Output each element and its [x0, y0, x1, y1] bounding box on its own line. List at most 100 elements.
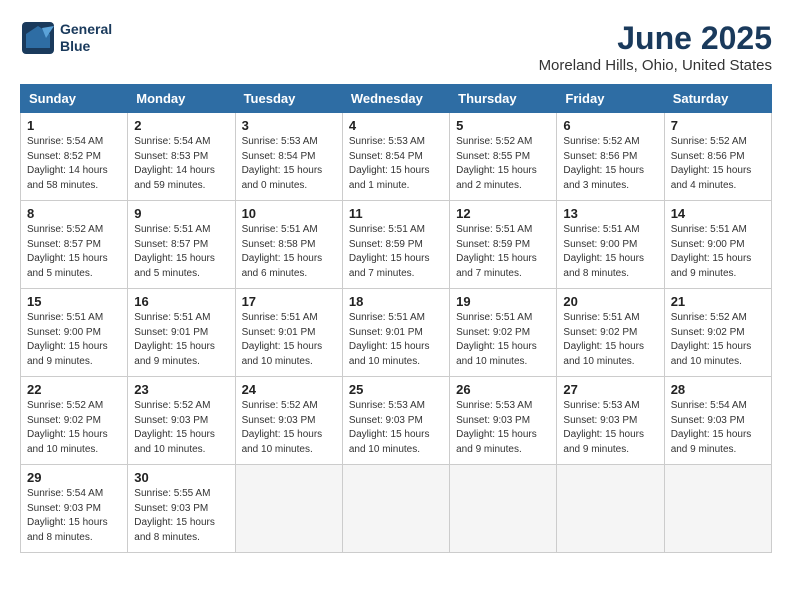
- calendar-cell: 8 Sunrise: 5:52 AM Sunset: 8:57 PM Daylig…: [21, 201, 128, 289]
- day-info: Sunrise: 5:52 AM Sunset: 8:56 PM Dayligh…: [563, 135, 657, 193]
- calendar-cell: [342, 465, 449, 553]
- day-number: 22: [27, 382, 121, 397]
- day-number: 13: [563, 206, 657, 221]
- calendar-cell: 28Sunrise: 5:54 AM Sunset: 9:03 PM Dayli…: [664, 377, 771, 465]
- calendar-header-row: SundayMondayTuesdayWednesdayThursdayFrid…: [21, 85, 772, 113]
- day-number: 14: [671, 206, 765, 221]
- calendar-cell: 25Sunrise: 5:53 AM Sunset: 9:03 PM Dayli…: [342, 377, 449, 465]
- day-number: 2: [134, 118, 228, 133]
- calendar-cell: 10 Sunrise: 5:51 AM Sunset: 8:58 PM Dayli…: [235, 201, 342, 289]
- day-header-thursday: Thursday: [450, 85, 557, 113]
- day-number: 24: [242, 382, 336, 397]
- calendar-title: June 2025: [539, 20, 772, 57]
- day-info: Sunrise: 5:51 AM Sunset: 9:01 PM Dayligh…: [134, 311, 228, 369]
- day-header-friday: Friday: [557, 85, 664, 113]
- title-area: June 2025 Moreland Hills, Ohio, United S…: [539, 20, 772, 74]
- calendar-cell: 11 Sunrise: 5:51 AM Sunset: 8:59 PM Dayli…: [342, 201, 449, 289]
- calendar-cell: 2 Sunrise: 5:54 AM Sunset: 8:53 PM Daylig…: [128, 113, 235, 201]
- day-info: Sunrise: 5:52 AM Sunset: 9:03 PM Dayligh…: [242, 399, 336, 457]
- calendar-cell: 29 Sunrise: 5:54 AM Sunset: 9:03 PM Dayli…: [21, 465, 128, 553]
- calendar-cell: [557, 465, 664, 553]
- day-number: 27: [563, 382, 657, 397]
- day-header-saturday: Saturday: [664, 85, 771, 113]
- calendar-cell: [235, 465, 342, 553]
- day-number: 18: [349, 294, 443, 309]
- day-info: Sunrise: 5:51 AM Sunset: 9:01 PM Dayligh…: [349, 311, 443, 369]
- day-number: 10: [242, 206, 336, 221]
- day-info: Sunrise: 5:52 AM Sunset: 9:02 PM Dayligh…: [671, 311, 765, 369]
- day-info: Sunrise: 5:51 AM Sunset: 8:59 PM Dayligh…: [456, 223, 550, 281]
- day-number: 30: [134, 470, 228, 485]
- day-info: Sunrise: 5:51 AM Sunset: 8:58 PM Dayligh…: [242, 223, 336, 281]
- logo: General Blue: [20, 20, 112, 56]
- day-info: Sunrise: 5:53 AM Sunset: 9:03 PM Dayligh…: [456, 399, 550, 457]
- day-number: 28: [671, 382, 765, 397]
- calendar-cell: 30 Sunrise: 5:55 AM Sunset: 9:03 PM Dayli…: [128, 465, 235, 553]
- week-row-1: 1Sunrise: 5:54 AM Sunset: 8:52 PM Daylig…: [21, 113, 772, 201]
- day-number: 8: [27, 206, 121, 221]
- day-info: Sunrise: 5:54 AM Sunset: 8:53 PM Dayligh…: [134, 135, 228, 193]
- calendar-cell: 21 Sunrise: 5:52 AM Sunset: 9:02 PM Dayli…: [664, 289, 771, 377]
- calendar-cell: 7Sunrise: 5:52 AM Sunset: 8:56 PM Daylig…: [664, 113, 771, 201]
- calendar-cell: 22 Sunrise: 5:52 AM Sunset: 9:02 PM Dayli…: [21, 377, 128, 465]
- day-info: Sunrise: 5:52 AM Sunset: 8:57 PM Dayligh…: [27, 223, 121, 281]
- day-number: 12: [456, 206, 550, 221]
- calendar-cell: 23 Sunrise: 5:52 AM Sunset: 9:03 PM Dayli…: [128, 377, 235, 465]
- calendar-cell: 27 Sunrise: 5:53 AM Sunset: 9:03 PM Dayli…: [557, 377, 664, 465]
- logo-text: General Blue: [60, 21, 112, 55]
- day-header-tuesday: Tuesday: [235, 85, 342, 113]
- day-info: Sunrise: 5:52 AM Sunset: 9:02 PM Dayligh…: [27, 399, 121, 457]
- day-info: Sunrise: 5:52 AM Sunset: 9:03 PM Dayligh…: [134, 399, 228, 457]
- calendar-cell: 15 Sunrise: 5:51 AM Sunset: 9:00 PM Dayli…: [21, 289, 128, 377]
- day-info: Sunrise: 5:55 AM Sunset: 9:03 PM Dayligh…: [134, 487, 228, 545]
- day-info: Sunrise: 5:53 AM Sunset: 9:03 PM Dayligh…: [563, 399, 657, 457]
- calendar-cell: 3Sunrise: 5:53 AM Sunset: 8:54 PM Daylig…: [235, 113, 342, 201]
- day-info: Sunrise: 5:51 AM Sunset: 9:00 PM Dayligh…: [671, 223, 765, 281]
- calendar-cell: 20 Sunrise: 5:51 AM Sunset: 9:02 PM Dayli…: [557, 289, 664, 377]
- day-number: 21: [671, 294, 765, 309]
- day-number: 5: [456, 118, 550, 133]
- day-info: Sunrise: 5:54 AM Sunset: 8:52 PM Dayligh…: [27, 135, 121, 193]
- day-info: Sunrise: 5:52 AM Sunset: 8:56 PM Dayligh…: [671, 135, 765, 193]
- calendar-cell: 12 Sunrise: 5:51 AM Sunset: 8:59 PM Dayli…: [450, 201, 557, 289]
- day-number: 23: [134, 382, 228, 397]
- calendar-cell: 17 Sunrise: 5:51 AM Sunset: 9:01 PM Dayli…: [235, 289, 342, 377]
- calendar-cell: 1Sunrise: 5:54 AM Sunset: 8:52 PM Daylig…: [21, 113, 128, 201]
- day-info: Sunrise: 5:52 AM Sunset: 8:55 PM Dayligh…: [456, 135, 550, 193]
- calendar-cell: 14 Sunrise: 5:51 AM Sunset: 9:00 PM Dayli…: [664, 201, 771, 289]
- page-header: General Blue June 2025 Moreland Hills, O…: [20, 20, 772, 74]
- calendar-cell: [450, 465, 557, 553]
- week-row-2: 8 Sunrise: 5:52 AM Sunset: 8:57 PM Daylig…: [21, 201, 772, 289]
- day-number: 26: [456, 382, 550, 397]
- day-info: Sunrise: 5:51 AM Sunset: 9:00 PM Dayligh…: [563, 223, 657, 281]
- day-info: Sunrise: 5:51 AM Sunset: 9:02 PM Dayligh…: [563, 311, 657, 369]
- day-header-wednesday: Wednesday: [342, 85, 449, 113]
- day-number: 19: [456, 294, 550, 309]
- calendar-subtitle: Moreland Hills, Ohio, United States: [539, 57, 772, 74]
- day-info: Sunrise: 5:51 AM Sunset: 9:00 PM Dayligh…: [27, 311, 121, 369]
- day-number: 4: [349, 118, 443, 133]
- day-info: Sunrise: 5:51 AM Sunset: 9:01 PM Dayligh…: [242, 311, 336, 369]
- calendar-cell: 9Sunrise: 5:51 AM Sunset: 8:57 PM Daylig…: [128, 201, 235, 289]
- day-header-monday: Monday: [128, 85, 235, 113]
- day-number: 29: [27, 470, 121, 485]
- day-info: Sunrise: 5:53 AM Sunset: 9:03 PM Dayligh…: [349, 399, 443, 457]
- calendar-cell: 19Sunrise: 5:51 AM Sunset: 9:02 PM Dayli…: [450, 289, 557, 377]
- day-number: 15: [27, 294, 121, 309]
- week-row-5: 29 Sunrise: 5:54 AM Sunset: 9:03 PM Dayli…: [21, 465, 772, 553]
- calendar-cell: [664, 465, 771, 553]
- day-number: 3: [242, 118, 336, 133]
- day-number: 11: [349, 206, 443, 221]
- calendar-cell: 4Sunrise: 5:53 AM Sunset: 8:54 PM Daylig…: [342, 113, 449, 201]
- calendar-cell: 16Sunrise: 5:51 AM Sunset: 9:01 PM Dayli…: [128, 289, 235, 377]
- day-number: 20: [563, 294, 657, 309]
- day-header-sunday: Sunday: [21, 85, 128, 113]
- calendar-cell: 24 Sunrise: 5:52 AM Sunset: 9:03 PM Dayli…: [235, 377, 342, 465]
- day-info: Sunrise: 5:51 AM Sunset: 8:59 PM Dayligh…: [349, 223, 443, 281]
- calendar-cell: 26 Sunrise: 5:53 AM Sunset: 9:03 PM Dayli…: [450, 377, 557, 465]
- day-info: Sunrise: 5:51 AM Sunset: 8:57 PM Dayligh…: [134, 223, 228, 281]
- calendar-cell: 5 Sunrise: 5:52 AM Sunset: 8:55 PM Daylig…: [450, 113, 557, 201]
- day-number: 6: [563, 118, 657, 133]
- day-info: Sunrise: 5:54 AM Sunset: 9:03 PM Dayligh…: [27, 487, 121, 545]
- day-number: 17: [242, 294, 336, 309]
